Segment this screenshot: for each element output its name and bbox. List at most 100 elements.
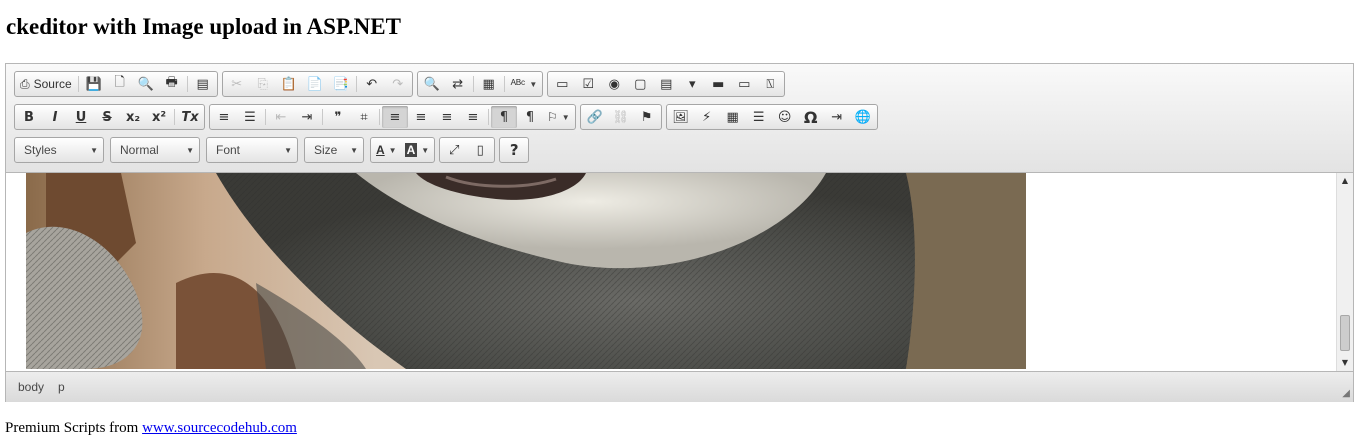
numbered-list-button[interactable]: ≡ xyxy=(211,106,237,128)
source-label: Source xyxy=(33,77,72,91)
new-page-icon: 🗋 xyxy=(114,75,125,90)
scrollbar-thumb[interactable] xyxy=(1340,315,1350,351)
form-button[interactable]: ▭ xyxy=(549,73,575,95)
document-group: ⎙ Source 💾 🗋 🔍 🖶 ▤ xyxy=(14,71,218,97)
radio-button[interactable]: ◉ xyxy=(601,73,627,95)
show-blocks-button[interactable]: ▯ xyxy=(467,139,493,161)
maximize-icon: ⤢ xyxy=(448,142,460,158)
koala-image[interactable] xyxy=(26,173,1026,369)
elements-path-p[interactable]: p xyxy=(54,379,69,395)
outdent-button[interactable]: ⇤ xyxy=(268,106,294,128)
indent-button[interactable]: ⇥ xyxy=(294,106,320,128)
italic-button[interactable]: I xyxy=(42,106,68,128)
flash-icon: ⚡ xyxy=(702,109,712,125)
special-char-button[interactable]: Ω xyxy=(798,106,824,128)
new-page-button[interactable]: 🗋 xyxy=(107,73,133,95)
chevron-down-icon: ▼ xyxy=(186,145,194,155)
page-break-button[interactable]: ⇥ xyxy=(824,106,850,128)
maximize-button[interactable]: ⤢ xyxy=(441,139,467,161)
paste-word-button[interactable]: 📑 xyxy=(328,73,354,95)
text-color-button[interactable]: A ▼ xyxy=(372,139,401,161)
strike-button[interactable]: S xyxy=(94,106,120,128)
strike-icon: S xyxy=(102,109,112,125)
table-button[interactable]: ▦ xyxy=(720,106,746,128)
insert-group: 🖼 ⚡ ▦ ☰ ☺ Ω ⇥ 🌐 xyxy=(665,104,878,130)
rtl-button[interactable]: ¶ xyxy=(517,106,543,128)
select-all-button[interactable]: ▦ xyxy=(476,73,502,95)
find-icon: 🔍 xyxy=(423,76,440,92)
font-dropdown[interactable]: Font ▼ xyxy=(206,137,298,163)
superscript-button[interactable]: x² xyxy=(146,106,172,128)
bold-button[interactable]: B xyxy=(16,106,42,128)
remove-format-button[interactable]: Tx xyxy=(177,106,203,128)
page-break-icon: ⇥ xyxy=(831,109,843,125)
format-dropdown[interactable]: Normal ▼ xyxy=(110,137,200,163)
preview-button[interactable]: 🔍 xyxy=(133,73,159,95)
separator xyxy=(322,109,323,125)
checkbox-button[interactable]: ☑ xyxy=(575,73,601,95)
source-icon: ⎙ xyxy=(20,76,30,91)
scroll-down-arrow-icon[interactable]: ▼ xyxy=(1339,357,1351,369)
find-button[interactable]: 🔍 xyxy=(419,73,445,95)
about-button[interactable]: ? xyxy=(501,139,527,161)
scroll-up-arrow-icon[interactable]: ▲ xyxy=(1339,175,1351,187)
ltr-button[interactable]: ¶ xyxy=(491,106,517,128)
paste-text-button[interactable]: 📄 xyxy=(302,73,328,95)
background-color-button[interactable]: A ▼ xyxy=(401,139,434,161)
styles-dropdown[interactable]: Styles ▼ xyxy=(14,137,104,163)
select-field-icon: ▾ xyxy=(688,76,696,92)
align-right-button[interactable]: ≡ xyxy=(434,106,460,128)
subscript-button[interactable]: x₂ xyxy=(120,106,146,128)
content-scrollbar[interactable]: ▲ ▼ xyxy=(1336,173,1353,371)
paste-button[interactable]: 📋 xyxy=(276,73,302,95)
align-center-icon: ≡ xyxy=(415,109,427,125)
redo-button[interactable]: ↷ xyxy=(385,73,411,95)
image-button[interactable]: 🖼 xyxy=(668,106,694,128)
textfield-button[interactable]: ▢ xyxy=(627,73,653,95)
globe-icon: 🌐 xyxy=(854,109,871,125)
smiley-button[interactable]: ☺ xyxy=(772,106,798,128)
cut-button[interactable]: ✂ xyxy=(224,73,250,95)
undo-button[interactable]: ↶ xyxy=(359,73,385,95)
align-center-button[interactable]: ≡ xyxy=(408,106,434,128)
blockquote-button[interactable]: ❞ xyxy=(325,106,351,128)
align-left-button[interactable]: ≡ xyxy=(382,106,408,128)
textarea-button[interactable]: ▤ xyxy=(653,73,679,95)
save-button[interactable]: 💾 xyxy=(81,73,107,95)
justify-button[interactable]: ≡ xyxy=(460,106,486,128)
copy-button[interactable]: ⎘ xyxy=(250,73,276,95)
preview-icon: 🔍 xyxy=(137,76,154,92)
bulleted-list-button[interactable]: ☰ xyxy=(237,106,263,128)
sourcecodehub-link[interactable]: www.sourcecodehub.com xyxy=(142,420,297,436)
hidden-field-button[interactable]: ⍂ xyxy=(757,73,783,95)
select-field-button[interactable]: ▾ xyxy=(679,73,705,95)
help-icon: ? xyxy=(509,141,519,159)
unlink-button[interactable]: ⛓ xyxy=(608,106,634,128)
templates-button[interactable]: ▤ xyxy=(190,73,216,95)
form-button-button[interactable]: ▬ xyxy=(705,73,731,95)
print-button[interactable]: 🖶 xyxy=(159,73,185,95)
horizontal-rule-button[interactable]: ☰ xyxy=(746,106,772,128)
image-icon: 🖼 xyxy=(672,109,689,125)
chevron-down-icon: ▼ xyxy=(388,145,397,155)
elements-path-body[interactable]: body xyxy=(14,379,48,395)
create-div-button[interactable]: ⌗ xyxy=(351,106,377,128)
iframe-button[interactable]: 🌐 xyxy=(850,106,876,128)
superscript-icon: x² xyxy=(151,109,167,125)
replace-button[interactable]: ⇄ xyxy=(445,73,471,95)
flash-button[interactable]: ⚡ xyxy=(694,106,720,128)
radio-icon: ◉ xyxy=(608,76,620,92)
toolbar-row-1: ⎙ Source 💾 🗋 🔍 🖶 ▤ ✂ ⎘ 📋 📄 📑 ↶ ↷ 🔍 ⇄ ▦ ᴬ… xyxy=(14,70,789,98)
image-button-button[interactable]: ▭ xyxy=(731,73,757,95)
size-dropdown[interactable]: Size ▼ xyxy=(304,137,364,163)
anchor-button[interactable]: ⚑ xyxy=(634,106,660,128)
language-button[interactable]: ⚐ ▼ xyxy=(543,106,574,128)
editor-content-area[interactable] xyxy=(6,173,1336,371)
resize-handle-icon[interactable]: ◢ xyxy=(1342,388,1350,399)
chevron-down-icon: ▼ xyxy=(350,145,358,155)
underline-button[interactable]: U xyxy=(68,106,94,128)
source-button[interactable]: ⎙ Source xyxy=(16,73,76,95)
spellcheck-button[interactable]: ᴬᴮᶜ ▼ xyxy=(507,73,542,95)
print-icon: 🖶 xyxy=(165,75,178,90)
link-button[interactable]: 🔗 xyxy=(582,106,608,128)
